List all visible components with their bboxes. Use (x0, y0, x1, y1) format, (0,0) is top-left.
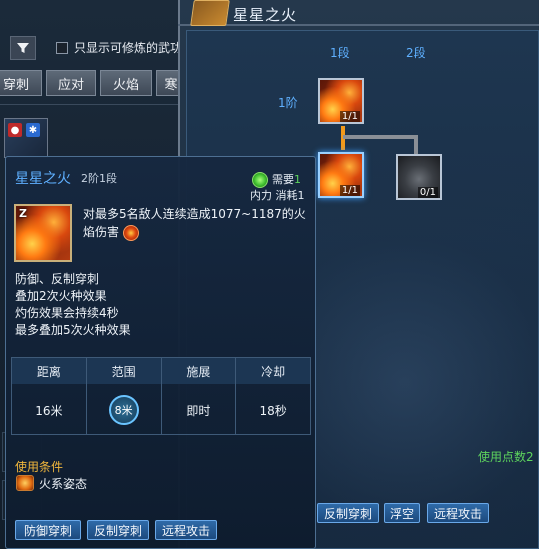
skill-icon: Z (14, 204, 72, 262)
effect-line: 灼伤效果会持续4秒 (15, 306, 119, 320)
skill-stats-table: 距离 16米 范围 8米 施展 即时 冷却 18秒 (11, 357, 311, 435)
skill-rank: 2阶1段 (81, 172, 117, 185)
tag-ranged[interactable]: 远程攻击 (155, 520, 217, 540)
frost-element-icon: ✱ (26, 123, 40, 137)
filter-row: 只显示可修炼的武功 (0, 34, 190, 64)
stat-value-cell: 8米 (87, 384, 161, 436)
tab-fire[interactable]: 火焰 (100, 70, 152, 96)
tree-node-3[interactable]: 0/1 (396, 154, 442, 200)
node-level: 0/1 (417, 187, 438, 198)
stat-head: 距离 (12, 358, 86, 384)
tree-column-label: 2段 (406, 46, 426, 60)
tag-defense-pierce[interactable]: 防御穿刺 (15, 520, 81, 540)
requirement-value: 1 (294, 173, 301, 186)
filter-button[interactable] (10, 36, 36, 60)
filter-checkbox[interactable] (56, 42, 68, 54)
requirement-label: 需要 (272, 173, 294, 186)
node-level: 1/1 (339, 111, 360, 122)
tag-counter-pierce[interactable]: 反制穿刺 (317, 503, 379, 523)
skill-effects: 防御、反制穿刺 叠加2次火种效果 灼伤效果会持续4秒 最多叠加5次火种效果 (15, 271, 131, 339)
stat-value: 16米 (35, 403, 63, 418)
stat-range: 距离 16米 (12, 358, 87, 434)
stat-head: 冷却 (236, 358, 310, 384)
tag-airborne[interactable]: 浮空 (384, 503, 420, 523)
stat-cooldown: 冷却 18秒 (236, 358, 310, 434)
tree-connector (343, 135, 417, 139)
stat-head: 范围 (86, 358, 161, 384)
skill-description: 对最多5名敌人连续造成1077~1187的火焰伤害 (83, 205, 308, 241)
node-level: 1/1 (339, 185, 360, 196)
stat-value: 即时 (186, 403, 211, 418)
skill-slot[interactable]: ● ✱ (4, 118, 48, 158)
fire-damage-icon (123, 224, 140, 241)
stat-value: 8米 (108, 395, 139, 425)
skill-book-icon (190, 0, 230, 26)
requirement-icon (252, 172, 268, 188)
tag-counter-pierce[interactable]: 反制穿刺 (87, 520, 149, 540)
fire-element-icon: ● (8, 123, 22, 137)
tree-column-label: 1段 (330, 46, 350, 60)
stat-area: 范围 8米 (86, 358, 162, 436)
fire-stance-icon (16, 475, 34, 491)
tab-counter[interactable]: 应对 (46, 70, 96, 96)
effect-line: 叠加2次火种效果 (15, 289, 107, 303)
tree-row-label: 1阶 (278, 96, 298, 110)
skill-window: 只显示可修炼的武功 穿刺 应对 火焰 寒 ● ✱ 星星之火 1段 2段 1阶 1… (0, 0, 539, 549)
effect-line: 防御、反制穿刺 (15, 272, 100, 286)
filter-icon (17, 43, 29, 53)
stat-head: 施展 (161, 358, 236, 384)
filter-label: 只显示可修炼的武功 (74, 41, 183, 55)
tree-node-2[interactable]: 1/1 (318, 152, 364, 198)
tag-ranged[interactable]: 远程攻击 (427, 503, 489, 523)
use-points: 使用点数2 (478, 450, 534, 464)
stat-value: 18秒 (259, 403, 287, 418)
skill-name: 星星之火 (15, 171, 71, 187)
description-text: 对最多5名敌人连续造成1077~1187的火焰伤害 (83, 207, 306, 239)
requirement: 需要1 (272, 171, 301, 187)
skill-tooltip: 星星之火 2阶1段 需要1 内力 消耗1 Z 对最多5名敌人连续造成1077~1… (5, 156, 316, 549)
tree-connector (414, 135, 418, 155)
window-title: 星星之火 (233, 6, 298, 24)
condition-text: 火系姿态 (39, 477, 88, 491)
skill-cost: 内力 消耗1 (250, 189, 305, 202)
effect-line: 最多叠加5次火种效果 (15, 323, 131, 337)
tab-pierce[interactable]: 穿刺 (0, 70, 42, 96)
condition-label: 使用条件 (15, 460, 64, 474)
divider (0, 104, 190, 105)
tree-node-1[interactable]: 1/1 (318, 78, 364, 124)
stat-cast: 施展 即时 (161, 358, 237, 434)
hotkey: Z (19, 207, 27, 220)
